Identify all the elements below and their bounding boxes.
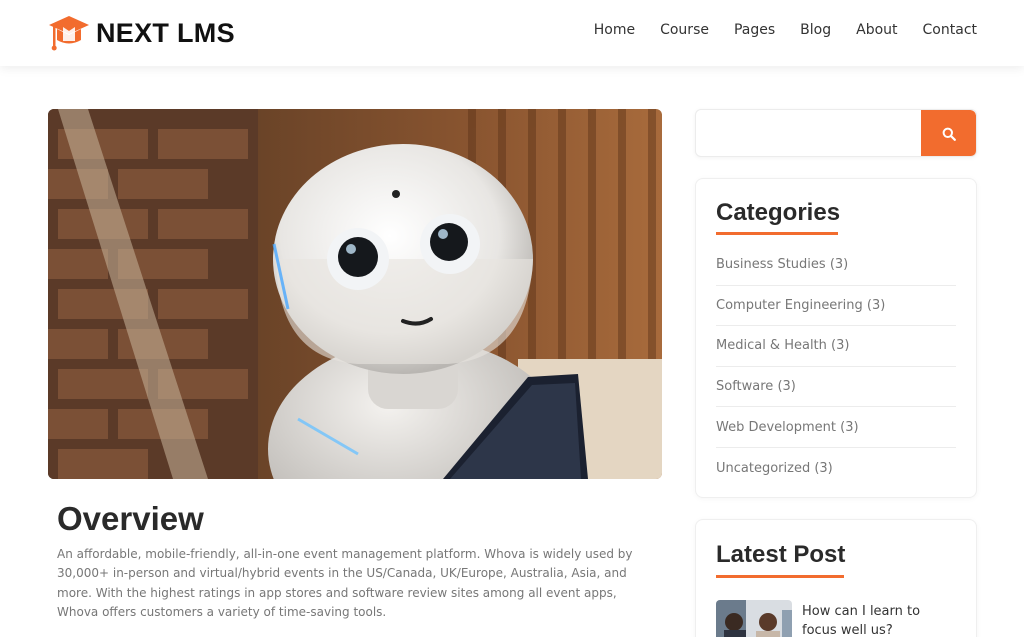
main-nav: Home Course Pages Blog About Contact xyxy=(569,22,977,38)
article-title: Overview xyxy=(57,500,204,537)
categories-widget: Categories Business Studies (3) Computer… xyxy=(695,178,977,498)
nav-about[interactable]: About xyxy=(856,22,897,38)
search-input[interactable] xyxy=(696,110,923,156)
featured-image xyxy=(48,109,662,479)
nav-contact[interactable]: Contact xyxy=(923,22,977,38)
category-list: Business Studies (3) Computer Engineerin… xyxy=(716,245,956,489)
categories-title: Categories xyxy=(716,199,841,226)
category-item-medical-health[interactable]: Medical & Health (3) xyxy=(716,326,956,367)
nav-pages[interactable]: Pages xyxy=(734,22,775,38)
post-title[interactable]: How can I learn to focus well us? xyxy=(802,602,952,637)
site-header: NEXT LMS Home Course Pages Blog About Co… xyxy=(0,0,1024,66)
category-item-computer-engineering[interactable]: Computer Engineering (3) xyxy=(716,286,956,327)
category-item-web-development[interactable]: Web Development (3) xyxy=(716,407,956,448)
category-item-uncategorized[interactable]: Uncategorized (3) xyxy=(716,448,956,489)
latest-post-item[interactable]: How can I learn to focus well us? xyxy=(716,600,952,637)
graduation-cap-icon xyxy=(49,16,89,51)
post-thumbnail[interactable] xyxy=(716,600,792,637)
nav-course[interactable]: Course xyxy=(660,22,709,38)
brand-name: NEXT LMS xyxy=(96,17,235,48)
nav-home[interactable]: Home xyxy=(594,22,635,38)
search-button[interactable] xyxy=(921,110,976,156)
search-icon xyxy=(942,127,956,141)
search-widget xyxy=(695,109,977,157)
title-underline xyxy=(716,232,838,235)
nav-blog[interactable]: Blog xyxy=(800,22,831,38)
category-item-business-studies[interactable]: Business Studies (3) xyxy=(716,245,956,286)
article-body: An affordable, mobile-friendly, all-in-o… xyxy=(57,547,633,619)
category-item-software[interactable]: Software (3) xyxy=(716,367,956,408)
title-underline xyxy=(716,575,844,578)
logo[interactable]: NEXT LMS xyxy=(48,14,235,52)
latest-post-widget: Latest Post How can I learn to focus wel… xyxy=(695,519,977,637)
latest-post-title: Latest Post xyxy=(716,541,846,568)
